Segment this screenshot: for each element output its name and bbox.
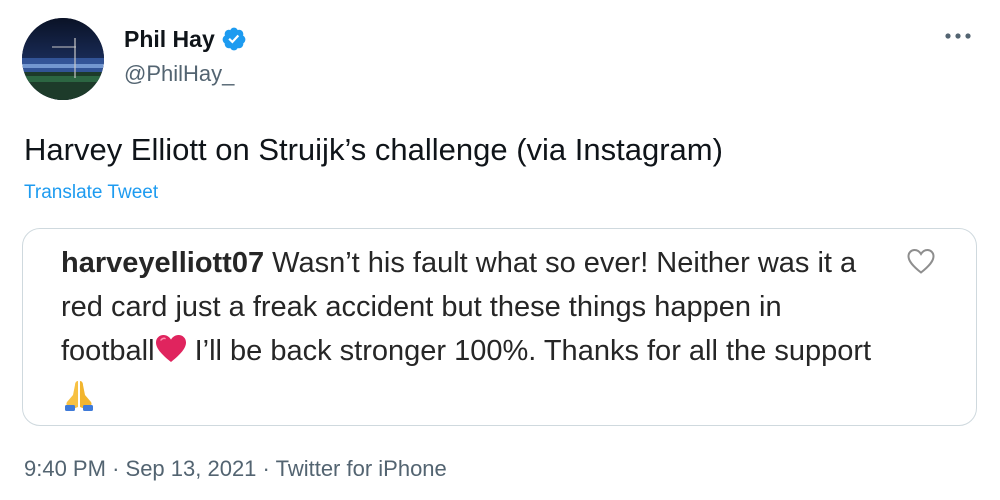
stadium-photo-avatar: [22, 18, 104, 100]
tweet-metadata: 9:40 PM · Sep 13, 2021 · Twitter for iPh…: [24, 454, 447, 484]
author-display-name[interactable]: Phil Hay: [124, 24, 215, 54]
more-options-button[interactable]: [940, 24, 976, 48]
tweet-date[interactable]: Sep 13, 2021: [126, 456, 257, 481]
instagram-comment-text-part2: I’ll be back stronger 100%. Thanks for a…: [186, 335, 872, 367]
tweet-source[interactable]: Twitter for iPhone: [276, 456, 447, 481]
tweet-time[interactable]: 9:40 PM: [24, 456, 106, 481]
instagram-username: harveyelliott07: [61, 247, 265, 279]
author-name-row[interactable]: Phil Hay: [124, 24, 247, 54]
author-handle[interactable]: @PhilHay_: [124, 60, 234, 88]
meta-separator: ·: [112, 456, 120, 481]
translate-tweet-link[interactable]: Translate Tweet: [24, 180, 158, 206]
red-heart-icon: [155, 333, 187, 377]
instagram-comment: harveyelliott07 Wasn’t his fault what so…: [61, 241, 881, 425]
more-dots-icon: [945, 33, 971, 39]
verified-badge-icon: [221, 26, 247, 52]
avatar[interactable]: [22, 18, 104, 100]
heart-outline-icon[interactable]: [906, 247, 936, 275]
meta-separator: ·: [262, 456, 270, 481]
instagram-comment-image[interactable]: harveyelliott07 Wasn’t his fault what so…: [22, 228, 977, 426]
folded-hands-icon: [61, 378, 97, 425]
tweet-text: Harvey Elliott on Struijk’s challenge (v…: [24, 132, 723, 167]
tweet-card: Phil Hay @PhilHay_ Harvey Elliott on Str…: [0, 0, 1000, 500]
